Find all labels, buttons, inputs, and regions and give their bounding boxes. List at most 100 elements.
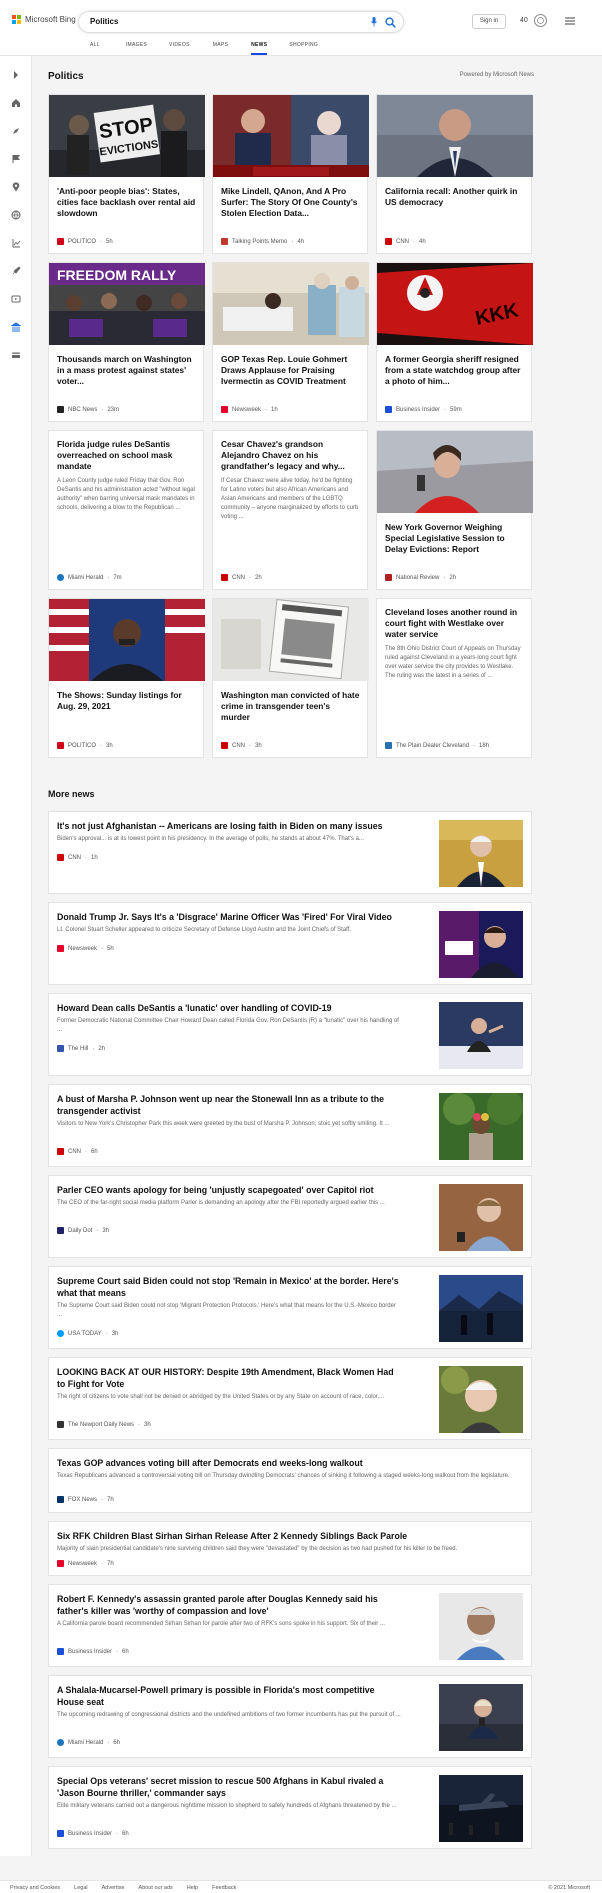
search-icon[interactable] [385, 17, 396, 28]
rewards-points[interactable]: 40 [520, 17, 528, 24]
news-thumbnail[interactable] [439, 1593, 523, 1660]
news-card[interactable]: New York Governor Weighing Special Legis… [376, 430, 533, 590]
news-image[interactable] [49, 599, 205, 681]
news-title[interactable]: Mike Lindell, QAnon, And A Pro Surfer: T… [221, 186, 361, 219]
news-title[interactable]: Cleveland loses another round in court f… [385, 607, 525, 640]
footer-link-privacy[interactable]: Privacy and Cookies [10, 1885, 60, 1891]
news-title[interactable]: Washington man convicted of hate crime i… [221, 690, 361, 723]
news-card[interactable]: Washington man convicted of hate crime i… [212, 598, 369, 758]
news-thumbnail[interactable] [439, 1366, 523, 1433]
news-title[interactable]: Thousands march on Washington in a mass … [57, 354, 197, 387]
trend-icon[interactable] [11, 238, 21, 248]
tab-shopping[interactable]: SHOPPING [289, 42, 318, 54]
card-icon[interactable] [11, 350, 21, 360]
search-box[interactable]: Politics [78, 11, 404, 33]
news-title[interactable]: Cesar Chavez's grandson Alejandro Chavez… [221, 439, 361, 472]
expand-arrow-icon[interactable] [11, 70, 21, 80]
news-title[interactable]: Donald Trump Jr. Says It's a 'Disgrace' … [57, 911, 401, 923]
footer-link-feedback[interactable]: Feedback [212, 1885, 236, 1891]
news-image[interactable] [213, 599, 369, 681]
location-pin-icon[interactable] [11, 182, 21, 192]
news-list-item[interactable]: A Shalala-Mucarsel-Powell primary is pos… [48, 1675, 532, 1758]
news-thumbnail[interactable] [439, 1093, 523, 1160]
news-title[interactable]: Robert F. Kennedy's assassin granted par… [57, 1593, 401, 1617]
news-card[interactable]: KKK A former Georgia sheriff resigned fr… [376, 262, 533, 422]
news-list-item[interactable]: Robert F. Kennedy's assassin granted par… [48, 1584, 532, 1667]
tab-images[interactable]: IMAGES [126, 42, 147, 54]
news-title[interactable]: Florida judge rules DeSantis overreached… [57, 439, 197, 472]
news-card[interactable]: STOP EVICTIONS 'Anti-poor people bias': S… [48, 94, 205, 254]
news-title[interactable]: The Shows: Sunday listings for Aug. 29, … [57, 690, 197, 712]
news-thumbnail[interactable] [439, 1184, 523, 1251]
news-title[interactable]: Special Ops veterans' secret mission to … [57, 1775, 401, 1799]
tv-icon[interactable] [11, 294, 21, 304]
footer-link-about-ads[interactable]: About our ads [139, 1885, 173, 1891]
news-title[interactable]: California recall: Another quirk in US d… [385, 186, 525, 208]
news-list-item[interactable]: Parler CEO wants apology for being 'unju… [48, 1175, 532, 1258]
news-image[interactable] [377, 431, 533, 513]
footer-link-advertise[interactable]: Advertise [102, 1885, 125, 1891]
news-image[interactable]: KKK [377, 263, 533, 345]
rocket-icon[interactable] [11, 266, 21, 276]
news-title[interactable]: 'Anti-poor people bias': States, cities … [57, 186, 197, 219]
news-thumbnail[interactable] [439, 1275, 523, 1342]
search-input[interactable]: Politics [90, 17, 118, 26]
news-thumbnail[interactable] [439, 1002, 523, 1069]
newsweek-icon [57, 945, 64, 952]
tab-news[interactable]: NEWS [251, 42, 268, 55]
news-card[interactable]: The Shows: Sunday listings for Aug. 29, … [48, 598, 205, 758]
footer-link-legal[interactable]: Legal [74, 1885, 87, 1891]
news-title[interactable]: Texas GOP advances voting bill after Dem… [57, 1457, 525, 1469]
news-list-item[interactable]: It's not just Afghanistan -- Americans a… [48, 811, 532, 894]
microphone-icon[interactable] [371, 17, 377, 27]
news-title[interactable]: A Shalala-Mucarsel-Powell primary is pos… [57, 1684, 401, 1708]
news-card[interactable]: Cleveland loses another round in court f… [376, 598, 532, 758]
news-list-item[interactable]: Texas GOP advances voting bill after Dem… [48, 1448, 532, 1513]
news-image[interactable]: STOP EVICTIONS [49, 95, 205, 177]
news-title[interactable]: GOP Texas Rep. Louie Gohmert Draws Appla… [221, 354, 361, 387]
news-image[interactable] [213, 95, 369, 177]
news-title[interactable]: New York Governor Weighing Special Legis… [385, 522, 525, 555]
news-list-item[interactable]: Six RFK Children Blast Sirhan Sirhan Rel… [48, 1521, 532, 1576]
hamburger-menu-icon[interactable] [565, 17, 575, 25]
news-title[interactable]: LOOKING BACK AT OUR HISTORY: Despite 19t… [57, 1366, 401, 1390]
tab-all[interactable]: ALL [90, 42, 100, 54]
tab-maps[interactable]: MAPS [213, 42, 228, 54]
news-list-item[interactable]: LOOKING BACK AT OUR HISTORY: Despite 19t… [48, 1357, 532, 1440]
news-card[interactable]: FREEDOM RALLY Thousands march on Washing… [48, 262, 205, 422]
news-thumbnail[interactable] [439, 820, 523, 887]
news-list-item[interactable]: Donald Trump Jr. Says It's a 'Disgrace' … [48, 902, 532, 985]
news-title[interactable]: Supreme Court said Biden could not stop … [57, 1275, 401, 1299]
news-title[interactable]: Six RFK Children Blast Sirhan Sirhan Rel… [57, 1530, 525, 1542]
news-list-item[interactable]: Howard Dean calls DeSantis a 'lunatic' o… [48, 993, 532, 1076]
tab-videos[interactable]: VIDEOS [169, 42, 190, 54]
news-title[interactable]: It's not just Afghanistan -- Americans a… [57, 820, 401, 832]
compass-icon[interactable] [11, 126, 21, 136]
news-card[interactable]: California recall: Another quirk in US d… [376, 94, 533, 254]
news-card[interactable]: GOP Texas Rep. Louie Gohmert Draws Appla… [212, 262, 369, 422]
rewards-medal-icon[interactable] [533, 13, 548, 28]
news-card[interactable]: Florida judge rules DeSantis overreached… [48, 430, 204, 590]
news-title[interactable]: Parler CEO wants apology for being 'unju… [57, 1184, 401, 1196]
sign-in-button[interactable]: Sign in [472, 14, 506, 29]
bing-logo[interactable]: Microsoft Bing [12, 15, 76, 24]
news-thumbnail[interactable] [439, 911, 523, 978]
globe-icon[interactable] [11, 210, 21, 220]
home-icon[interactable] [11, 98, 21, 108]
footer-link-help[interactable]: Help [187, 1885, 198, 1891]
news-title[interactable]: A former Georgia sheriff resigned from a… [385, 354, 525, 387]
news-image[interactable] [213, 263, 369, 345]
news-list-item[interactable]: Special Ops veterans' secret mission to … [48, 1766, 532, 1849]
news-image[interactable] [377, 95, 533, 177]
news-list-item[interactable]: A bust of Marsha P. Johnson went up near… [48, 1084, 532, 1167]
news-card[interactable]: Cesar Chavez's grandson Alejandro Chavez… [212, 430, 368, 590]
news-title[interactable]: Howard Dean calls DeSantis a 'lunatic' o… [57, 1002, 401, 1014]
news-thumbnail[interactable] [439, 1775, 523, 1842]
news-image[interactable]: FREEDOM RALLY [49, 263, 205, 345]
news-card[interactable]: Mike Lindell, QAnon, And A Pro Surfer: T… [212, 94, 369, 254]
news-list-item[interactable]: Supreme Court said Biden could not stop … [48, 1266, 532, 1349]
news-title[interactable]: A bust of Marsha P. Johnson went up near… [57, 1093, 401, 1117]
news-thumbnail[interactable] [439, 1684, 523, 1751]
flag-icon[interactable] [11, 154, 21, 164]
bank-icon[interactable] [11, 322, 21, 332]
